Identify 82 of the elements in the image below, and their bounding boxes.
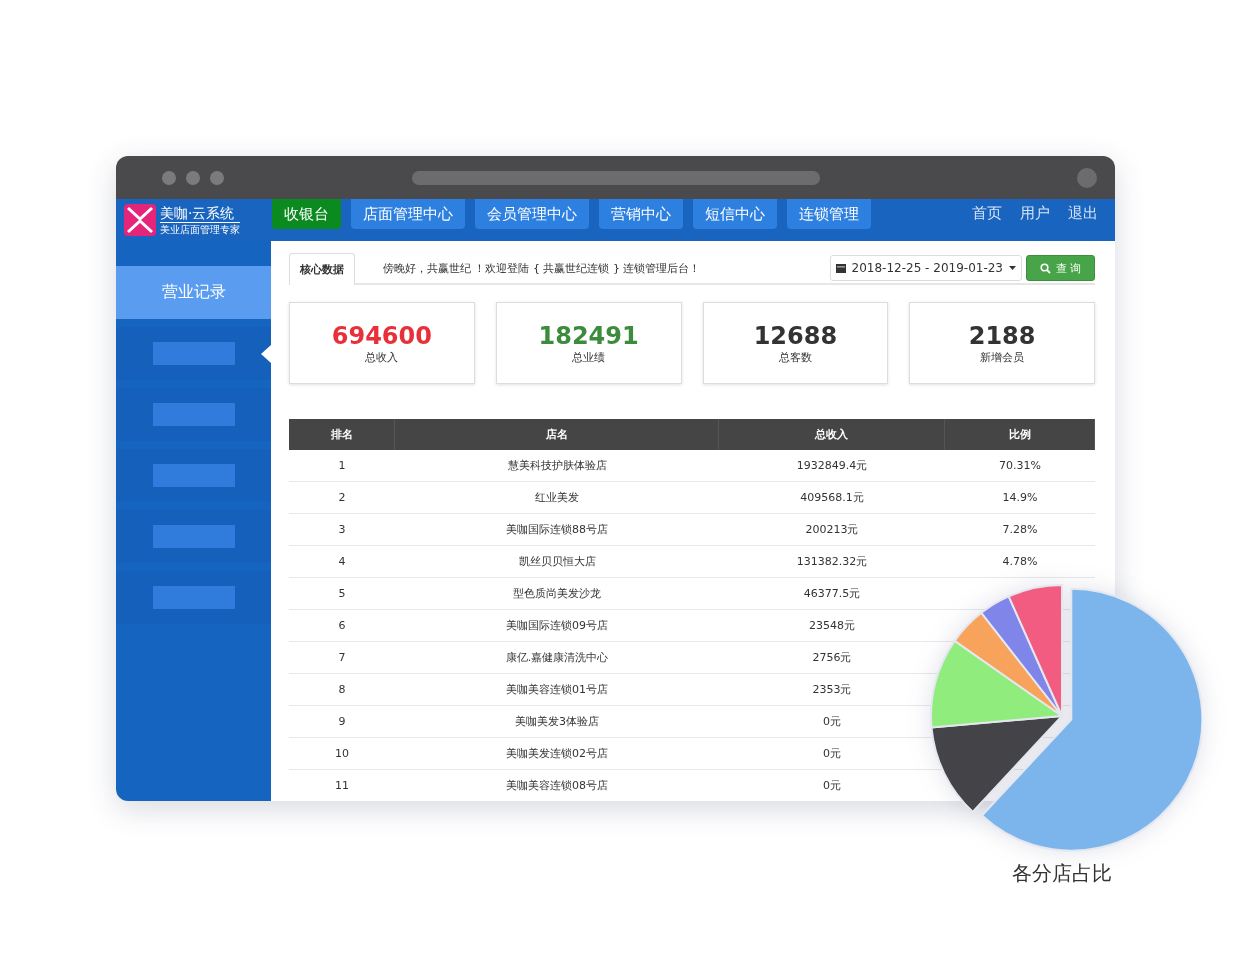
table-cell-text: 康亿.嘉健康清洗中心 — [504, 650, 610, 666]
sidebar-item[interactable] — [116, 510, 271, 563]
nav-tab[interactable]: 会员管理中心 — [475, 199, 589, 229]
table-cell-text: 型色质尚美发沙龙 — [512, 586, 602, 602]
column-header: 店名 — [395, 419, 719, 450]
table-cell-text: 8 — [337, 682, 347, 698]
table-cell-text: 凯丝贝贝恒大店 — [517, 554, 597, 570]
sidebar-item[interactable] — [116, 571, 271, 624]
logo-icon — [124, 204, 156, 236]
stat-value: 182491 — [538, 321, 639, 350]
stat-value: 2188 — [968, 321, 1036, 350]
stat-label: 总业绩 — [572, 349, 606, 365]
column-header: 总收入 — [719, 419, 945, 450]
table-cell-text: 美咖国际连锁09号店 — [505, 618, 609, 634]
table-cell-text: 0元 — [822, 714, 842, 730]
table-cell-text: 14.9% — [1001, 490, 1039, 506]
table-cell-text: 美咖美容连锁01号店 — [505, 682, 609, 698]
chart-title: 各分店占比 — [1012, 860, 1112, 887]
column-header: 比例 — [945, 419, 1095, 450]
window-dot-icon — [186, 170, 200, 185]
table-cell-text: 7.28% — [1001, 522, 1039, 538]
stat-value: 694600 — [331, 321, 432, 350]
table-cell-text: 0元 — [822, 746, 842, 762]
stat-label: 总客数 — [778, 349, 812, 365]
sidebar-label: 营业记录 — [161, 282, 226, 303]
table-cell-text: 2353元 — [811, 682, 853, 698]
query-button[interactable]: 查 询 — [1026, 255, 1095, 281]
table-cell-text: 10 — [334, 746, 350, 762]
table-cell-text: 美咖美发连锁02号店 — [505, 746, 609, 762]
table-cell-text: 2756元 — [811, 650, 853, 666]
table-cell-text: 美咖美容连锁08号店 — [505, 778, 609, 794]
table-cell-text: 美咖国际连锁88号店 — [505, 522, 609, 538]
logo-title: 美咖·云系统 — [160, 204, 240, 223]
logo-subtitle: 美业店面管理专家 — [160, 223, 240, 236]
sidebar-item[interactable] — [116, 449, 271, 502]
sidebar-item[interactable] — [116, 327, 271, 380]
date-range-value: 2018-12-25 - 2019-01-23 — [851, 261, 1003, 275]
table-cell-text: 5 — [337, 586, 347, 602]
sidebar-item[interactable] — [116, 388, 271, 441]
table-cell-text: 6 — [337, 618, 347, 634]
nav-tab[interactable]: 收银台 — [272, 199, 341, 229]
nav-tab[interactable]: 短信中心 — [693, 199, 777, 229]
nav-tab[interactable]: 营销中心 — [599, 199, 683, 229]
sidebar-item[interactable]: 营业记录 — [116, 266, 271, 319]
table-cell-text: 70.31% — [998, 458, 1042, 474]
date-range-picker[interactable]: 2018-12-25 - 2019-01-23 — [829, 255, 1022, 281]
welcome-text: 傍晚好，共赢世纪 ！欢迎登陆 { 共赢世纪连锁 } 连锁管理后台！ — [383, 260, 701, 276]
window-dot-icon — [210, 170, 224, 185]
content-tab[interactable]: 核心数据 — [289, 253, 355, 285]
nav-tab[interactable]: 连锁管理 — [787, 199, 871, 229]
window-dot-icon — [162, 170, 176, 185]
table-cell-text: 0元 — [822, 778, 842, 794]
table-cell-text: 409568.1元 — [799, 490, 865, 506]
table-cell-text: 慧美科技护肤体验店 — [506, 458, 608, 474]
table-cell-text: 1 — [337, 458, 347, 474]
caret-icon — [1009, 266, 1016, 270]
table-cell-text: 11 — [334, 778, 350, 794]
circle-icon — [1077, 167, 1097, 188]
table-cell-text: 131382.32元 — [795, 554, 869, 570]
stat-value: 12688 — [753, 321, 838, 350]
table-cell-text: 23548元 — [808, 618, 856, 634]
table-cell-text: 7 — [337, 650, 347, 666]
table-cell-text: 红业美发 — [534, 490, 580, 506]
table-cell-text: 2 — [337, 490, 347, 506]
table-cell-text: 3 — [337, 522, 347, 538]
table-cell-text: 4.78% — [1001, 554, 1039, 570]
nav-tab[interactable]: 店面管理中心 — [351, 199, 465, 229]
header-link[interactable]: 首页 — [972, 204, 1002, 241]
table-cell-text: 9 — [337, 714, 347, 730]
column-header: 排名 — [289, 419, 395, 450]
table-cell-text: 美咖美发3体验店 — [514, 714, 600, 730]
address-bar[interactable] — [412, 170, 820, 185]
header-link[interactable]: 退出 — [1068, 204, 1098, 241]
stat-label: 新增会员 — [980, 349, 1025, 365]
table-cell-text: 200213元 — [804, 522, 860, 538]
table-cell-text: 4 — [337, 554, 347, 570]
calendar-icon — [835, 263, 846, 273]
table-cell-text: 46377.5元 — [802, 586, 862, 602]
search-icon — [1039, 262, 1051, 274]
header-link[interactable]: 用户 — [1020, 204, 1050, 241]
table-cell-text: 1932849.4元 — [795, 458, 869, 474]
stat-label: 总收入 — [365, 349, 399, 365]
